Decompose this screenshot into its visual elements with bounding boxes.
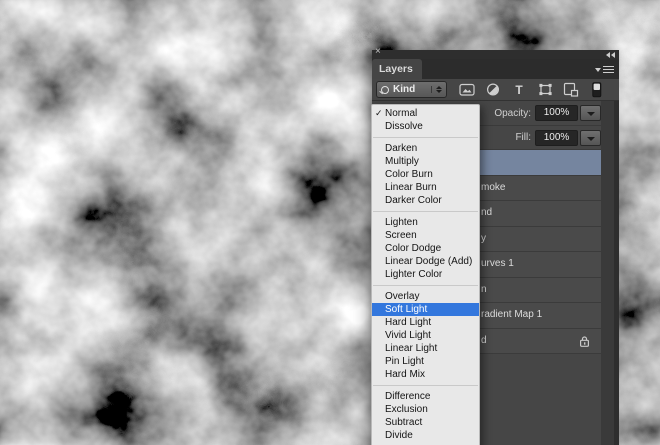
- menu-item-label: Linear Light: [385, 343, 438, 354]
- tab-layers[interactable]: Layers: [372, 59, 422, 79]
- menu-separator: [372, 281, 479, 290]
- layer-name-fragment: d: [481, 334, 487, 346]
- menu-item-darken[interactable]: Darken: [372, 142, 479, 155]
- menu-item-label: Soft Light: [385, 304, 428, 315]
- menu-item-vivid-light[interactable]: Vivid Light: [372, 329, 479, 342]
- menu-item-label: Multiply: [385, 156, 419, 167]
- menu-item-linear-burn[interactable]: Linear Burn: [372, 181, 479, 194]
- menu-item-color-dodge[interactable]: Color Dodge: [372, 242, 479, 255]
- menu-item-divide[interactable]: Divide: [372, 429, 479, 442]
- panel-tab-bar: Layers: [372, 59, 619, 79]
- menu-item-lighten[interactable]: Lighten: [372, 216, 479, 229]
- panel-title-strip: ×: [372, 47, 619, 59]
- type-layer-filter-icon[interactable]: T: [511, 82, 527, 98]
- collapse-panel-icon[interactable]: [606, 52, 615, 58]
- menu-item-color-burn[interactable]: Color Burn: [372, 168, 479, 181]
- layer-name-fragment: n: [481, 283, 487, 295]
- menu-item-soft-light[interactable]: Soft Light: [372, 303, 479, 316]
- shape-layer-filter-icon[interactable]: [537, 82, 553, 98]
- menu-item-linear-light[interactable]: Linear Light: [372, 342, 479, 355]
- menu-item-label: Lighter Color: [385, 269, 443, 280]
- filter-icon-row: T: [459, 81, 605, 98]
- opacity-value[interactable]: 100%: [535, 105, 578, 121]
- panel-scroll-gutter[interactable]: [601, 101, 614, 445]
- kind-filter-value: Kind: [393, 84, 416, 95]
- layer-filtering-toggle[interactable]: [589, 81, 605, 98]
- menu-item-dissolve[interactable]: Dissolve: [372, 120, 479, 133]
- menu-item-screen[interactable]: Screen: [372, 229, 479, 242]
- menu-item-label: Overlay: [385, 291, 420, 302]
- menu-separator: [372, 381, 479, 390]
- layer-name-fragment: radient Map 1: [481, 309, 543, 320]
- menu-item-overlay[interactable]: Overlay: [372, 290, 479, 303]
- pixel-layer-filter-icon[interactable]: [459, 82, 475, 98]
- fill-value[interactable]: 100%: [535, 130, 578, 146]
- fill-dropdown-button[interactable]: [580, 130, 601, 146]
- menu-item-hard-mix[interactable]: Hard Mix: [372, 368, 479, 381]
- menu-item-label: Pin Light: [385, 356, 424, 367]
- menu-item-label: Exclusion: [385, 404, 428, 415]
- menu-item-label: Linear Burn: [385, 182, 437, 193]
- checkmark-icon: ✓: [375, 108, 383, 118]
- menu-item-exclusion[interactable]: Exclusion: [372, 403, 479, 416]
- menu-item-normal[interactable]: ✓ Normal: [372, 107, 479, 120]
- opacity-dropdown-button[interactable]: [580, 105, 601, 121]
- screenshot-stage: × Layers Kind T Opacity: 100% Fill: 100%…: [0, 0, 660, 445]
- menu-item-pin-light[interactable]: Pin Light: [372, 355, 479, 368]
- close-icon[interactable]: ×: [375, 47, 381, 57]
- menu-item-difference[interactable]: Difference: [372, 390, 479, 403]
- layer-name-fragment: nd: [481, 207, 493, 218]
- menu-item-label: Darker Color: [385, 195, 442, 206]
- menu-item-label: Darken: [385, 143, 418, 154]
- menu-item-linear-dodge-add[interactable]: Linear Dodge (Add): [372, 255, 479, 268]
- menu-item-label: Lighten: [385, 217, 418, 228]
- layer-filter-bar: Kind T: [372, 79, 619, 101]
- menu-item-hard-light[interactable]: Hard Light: [372, 316, 479, 329]
- smart-object-filter-icon[interactable]: [563, 82, 579, 98]
- menu-item-darker-color[interactable]: Darker Color: [372, 194, 479, 207]
- menu-item-label: Color Dodge: [385, 243, 442, 254]
- kind-filter-dropdown[interactable]: Kind: [376, 81, 447, 98]
- adjustment-layer-filter-icon[interactable]: [485, 82, 501, 98]
- menu-item-label: Normal: [385, 108, 418, 119]
- menu-item-label: Divide: [385, 430, 413, 441]
- menu-item-label: Screen: [385, 230, 417, 241]
- dropdown-arrows-icon: [431, 86, 442, 93]
- menu-separator: [372, 133, 479, 142]
- menu-item-label: Linear Dodge (Add): [385, 256, 473, 267]
- menu-item-label: Vivid Light: [385, 330, 431, 341]
- menu-item-label: Subtract: [385, 417, 423, 428]
- layer-name-fragment: y: [481, 232, 486, 244]
- layer-name-fragment: urves 1: [481, 258, 514, 269]
- menu-item-label: Hard Light: [385, 317, 432, 328]
- panel-menu-icon[interactable]: [595, 66, 614, 73]
- layer-name-fragment: moke: [481, 181, 506, 193]
- menu-item-label: Color Burn: [385, 169, 433, 180]
- menu-item-subtract[interactable]: Subtract: [372, 416, 479, 429]
- blend-mode-menu: ✓ Normal Dissolve Darken Multiply Color Burn L…: [371, 104, 480, 445]
- menu-separator: [372, 207, 479, 216]
- search-icon: [381, 85, 389, 94]
- menu-item-label: Hard Mix: [385, 369, 426, 380]
- lock-icon: [579, 335, 590, 351]
- menu-item-label: Dissolve: [385, 121, 423, 132]
- menu-item-lighter-color[interactable]: Lighter Color: [372, 268, 479, 281]
- menu-item-multiply[interactable]: Multiply: [372, 155, 479, 168]
- menu-item-label: Difference: [385, 391, 431, 402]
